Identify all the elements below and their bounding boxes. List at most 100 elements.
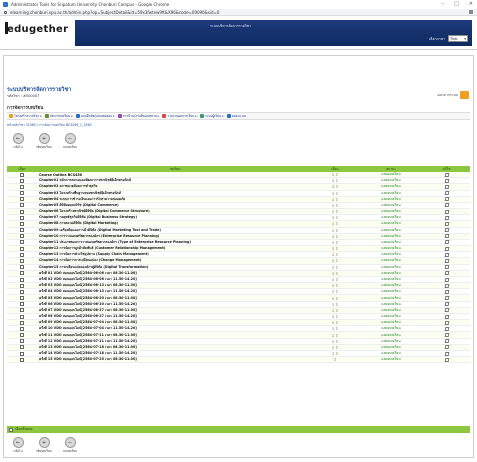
row-checkbox[interactable] [20,339,24,344]
url-text[interactable]: elearning.chonburi.spu.ac.th/admin.php?o… [10,10,219,15]
lesson-title[interactable]: Chapter07 กลยุทธ์ธุรกิจดิจิทัล (Digital … [37,215,311,220]
move-arrows-icon[interactable]: ⇩⇧ [311,289,359,294]
toolbar-button[interactable]: + เพิ่มบทเรียน [36,437,52,454]
status-text[interactable]: แสดงบทเรียน [359,240,423,245]
row-checkbox[interactable] [20,197,24,202]
lesson-title[interactable]: Chapter01 หลักการตลาดและพัฒนาการพาณิชย์อ… [37,178,311,183]
lesson-title[interactable]: Chapter02 สภาพแวดล้อมการทำธุรกิจ [37,184,311,189]
breadcrumb[interactable]: หน้าหลักวิชา 31565 / การจัดการบทเรียน BC… [7,123,92,128]
move-arrows-icon[interactable]: ⇩⇧ [311,203,359,208]
lesson-title[interactable]: ครั้งที่ 08 VDO สอนออนไลน์[2564-06-27 เว… [37,314,311,319]
lesson-title[interactable]: ครั้งที่ 13 VDO สอนออนไลน์[2564-07-18 เว… [37,345,311,350]
move-arrows-icon[interactable]: ⇩⇧ [311,326,359,331]
row-checkbox[interactable] [20,333,24,338]
move-arrows-icon[interactable]: ⇩⇧ [311,296,359,301]
edit-icon[interactable] [444,265,449,270]
status-text[interactable]: แสดงบทเรียน [359,246,423,251]
edit-icon[interactable] [444,178,449,183]
move-arrows-icon[interactable]: ⇩⇧ [311,246,359,251]
row-checkbox[interactable] [20,252,24,257]
lesson-title[interactable]: Chapter04 ระบบการชำระเงินและการรักษาความ… [37,197,311,202]
status-text[interactable]: แสดงบทเรียน [359,178,423,183]
edit-icon[interactable] [444,234,449,239]
move-arrows-icon[interactable]: ⇩⇧ [311,333,359,338]
status-text[interactable]: แสดงบทเรียน [359,308,423,313]
row-checkbox[interactable] [20,184,24,189]
status-text[interactable]: แสดงบทเรียน [359,191,423,196]
edit-icon[interactable] [444,184,449,189]
row-checkbox[interactable] [20,265,24,270]
move-arrows-icon[interactable]: ⇩⇧ [311,265,359,270]
move-arrows-icon[interactable]: ⇩⇧ [311,252,359,257]
toolbar-button[interactable]: − ลบบทเรียน [62,437,78,454]
edit-icon[interactable] [444,258,449,263]
edit-icon[interactable] [444,351,449,356]
lesson-title[interactable]: Chapter06 โครงสร้างพาณิชย์ดิจิทัล (Digit… [37,209,311,214]
lesson-title[interactable]: Chapter14 การจัดการการเปลี่ยนแปลง (Chang… [37,258,311,263]
lesson-title[interactable]: ครั้งที่ 11 VDO สอนออนไลน์[2564-07-11 เว… [37,333,311,338]
status-text[interactable]: แสดงบทเรียน [359,234,423,239]
row-checkbox[interactable] [20,320,24,325]
lesson-title[interactable]: Chapter08 การตลาดดิจิทัล (Digital Market… [37,221,311,226]
lesson-title[interactable]: Chapter10 การวางแผนทรัพยากรองค์กร (Enter… [37,234,311,239]
edit-icon[interactable] [444,357,449,362]
row-checkbox[interactable] [20,215,24,220]
status-text[interactable]: แสดงบทเรียน [359,271,423,276]
row-checkbox[interactable] [20,314,24,319]
minimize-button[interactable]: – [442,1,445,7]
edit-icon[interactable] [444,289,449,294]
edit-icon[interactable] [444,172,449,177]
toolbar-button[interactable]: ← กลับไป [10,133,26,150]
lesson-title[interactable]: Chapter03 โครงสร้างพื้นฐานของพาณิชย์อิเล… [37,191,311,196]
move-arrows-icon[interactable]: ⇩⇧ [311,302,359,307]
lesson-title[interactable]: Chapter12 การจัดการลูกค้าสัมพันธ์ (Custo… [37,246,311,251]
status-text[interactable]: แสดงบทเรียน [359,215,423,220]
edit-icon[interactable] [444,252,449,257]
move-arrows-icon[interactable]: ⇧ [311,357,359,362]
menu-item[interactable]: ระบบผู้เรียน ▸ [199,114,224,119]
move-arrows-icon[interactable]: ⇩⇧ [311,314,359,319]
lesson-title[interactable]: ครั้งที่ 07 VDO สอนออนไลน์[2564-06-27 เว… [37,308,311,313]
lesson-title[interactable]: Chapter11 ประเภทของการวางแผนทรัพยากรองค์… [37,240,311,245]
move-arrows-icon[interactable]: ⇩⇧ [311,258,359,263]
row-checkbox[interactable] [20,345,24,350]
edit-icon[interactable] [444,197,449,202]
logout-link[interactable]: ออกจากระบบ [437,91,469,99]
status-text[interactable]: แสดงบทเรียน [359,209,423,214]
row-checkbox[interactable] [20,203,24,208]
row-checkbox[interactable] [20,302,24,307]
lesson-title[interactable]: Chapter05 ดิจิทัลคอมเมิร์ซ (Digital Comm… [37,203,311,208]
edit-icon[interactable] [444,277,449,282]
lesson-title[interactable]: Course Outline BCS456 [37,173,311,177]
move-arrows-icon[interactable]: ⇩⇧ [311,339,359,344]
select-all-checkbox[interactable] [9,427,13,432]
status-text[interactable]: แสดงบทเรียน [359,197,423,202]
status-text[interactable]: แสดงบทเรียน [359,339,423,344]
status-text[interactable]: แสดงบทเรียน [359,228,423,233]
menu-item[interactable]: แบบฝึกหัด/แบบทดสอบ ▸ [75,114,115,119]
move-arrows-icon[interactable]: ⇩⇧ [311,271,359,276]
menu-item[interactable]: การบ้าน/งานที่มอบหมาย ▸ [117,114,159,119]
row-checkbox[interactable] [20,209,24,214]
row-checkbox[interactable] [20,271,24,276]
lesson-title[interactable]: ครั้งที่ 01 VDO สอนออนไลน์[2564-06-06 เว… [37,271,311,276]
menu-item[interactable]: โครงสร้างรายวิชา ▸ [9,114,42,119]
edit-icon[interactable] [444,296,449,301]
edit-icon[interactable] [444,308,449,313]
move-arrows-icon[interactable]: ⇩⇧ [311,351,359,356]
edit-icon[interactable] [444,191,449,196]
toolbar-button[interactable]: + เพิ่มบทเรียน [36,133,52,150]
edit-icon[interactable] [444,271,449,276]
status-text[interactable]: แสดงบทเรียน [359,289,423,294]
row-checkbox[interactable] [20,246,24,251]
address-bar[interactable]: elearning.chonburi.spu.ac.th/admin.php?o… [0,9,477,16]
status-text[interactable]: แสดงบทเรียน [359,302,423,307]
language-select[interactable]: Thai ▾ [448,35,468,42]
row-checkbox[interactable] [20,283,24,288]
move-arrows-icon[interactable]: ⇩⇧ [311,308,359,313]
lesson-title[interactable]: ครั้งที่ 09 VDO สอนออนไลน์[2564-07-04 เว… [37,320,311,325]
row-checkbox[interactable] [20,178,24,183]
menu-item[interactable]: รายงานผลการเรียน ▸ [162,114,197,119]
row-checkbox[interactable] [20,234,24,239]
move-arrows-icon[interactable]: ⇩⇧ [311,209,359,214]
